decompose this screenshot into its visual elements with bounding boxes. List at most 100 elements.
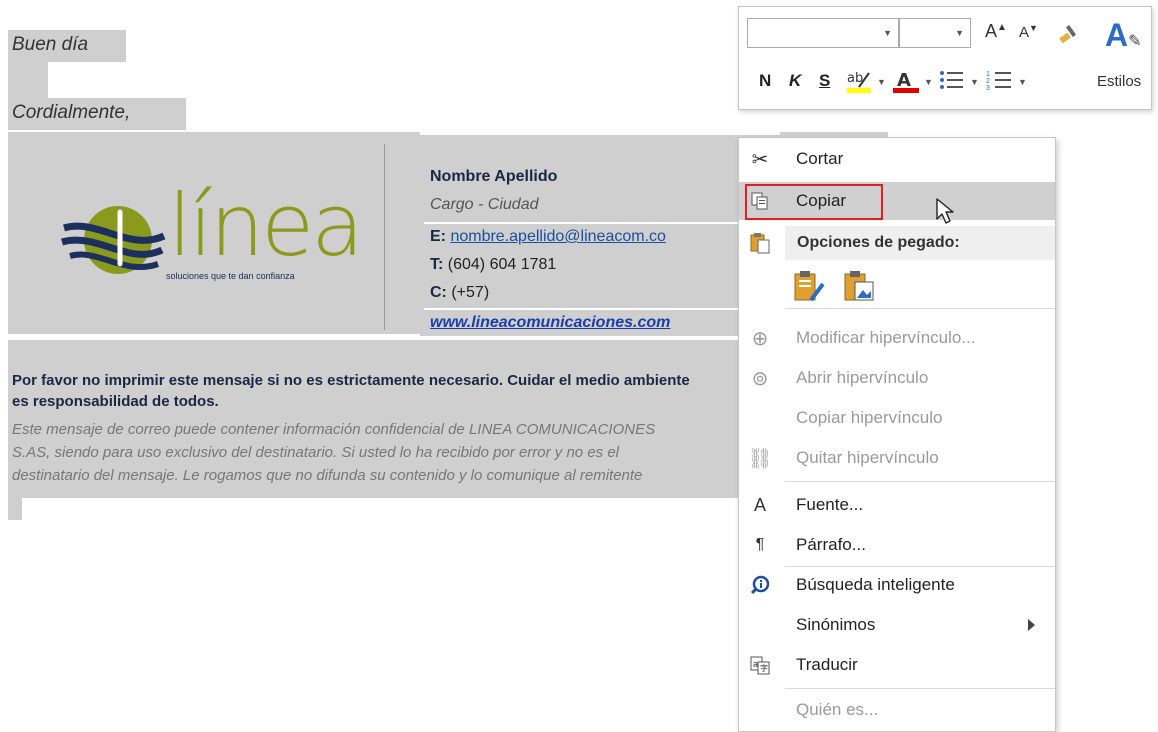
svg-text:2: 2	[986, 78, 990, 85]
styles-icon[interactable]: A✎	[1105, 17, 1142, 54]
bullets-icon[interactable]: ▼	[937, 67, 983, 95]
smart-lookup-icon	[749, 574, 771, 596]
context-menu: ✂ Cortar Copiar Opciones de pegado: ⊕ Mo…	[738, 137, 1056, 732]
menu-item-label: Copiar hipervínculo	[796, 408, 943, 427]
highlight-icon[interactable]: ab ▼	[845, 67, 889, 95]
website-link[interactable]: www.lineacomunicaciones.com	[430, 314, 670, 332]
menu-item-who-is[interactable]: Quién es...	[739, 691, 1055, 729]
menu-item-label: Párrafo...	[796, 535, 866, 554]
mouse-pointer-icon	[936, 198, 954, 224]
selected-empty-line-2	[8, 498, 22, 520]
company-logo: línea soluciones que te dan confianza	[58, 176, 368, 292]
menu-separator	[785, 308, 1055, 309]
underline-button[interactable]: S	[819, 71, 830, 91]
translate-icon: a字	[749, 654, 771, 676]
logo-mark-icon	[61, 206, 166, 274]
menu-item-label: Traducir	[796, 655, 858, 674]
chevron-down-icon[interactable]: ▼	[955, 28, 964, 38]
phone-label: T:	[430, 256, 444, 273]
menu-item-edit-hyperlink[interactable]: ⊕ Modificar hipervínculo...	[739, 319, 1055, 357]
legal-line-2: S.AS, siendo para uso exclusivo del dest…	[12, 444, 620, 461]
disclaimer-line-1: Por favor no imprimir este mensaje si no…	[12, 372, 690, 389]
signature-email-row: E: nombre.apellido@lineacom.co	[430, 228, 666, 246]
disclaimer-legal-text: Este mensaje de correo puede contener in…	[12, 418, 748, 487]
legal-line-1: Este mensaje de correo puede contener in…	[12, 421, 656, 438]
svg-text:3: 3	[986, 85, 990, 92]
email-label: E:	[430, 228, 446, 245]
svg-text:字: 字	[760, 663, 768, 673]
bold-button[interactable]: N	[759, 71, 771, 91]
svg-text:a: a	[753, 659, 758, 669]
signature-cell-row: C: (+57)	[430, 284, 489, 302]
scissors-icon: ✂	[751, 148, 769, 171]
menu-item-smart-lookup[interactable]: Búsqueda inteligente	[739, 566, 1055, 604]
menu-item-translate[interactable]: a字 Traducir	[739, 646, 1055, 684]
menu-item-open-hyperlink[interactable]: ⊚ Abrir hipervínculo	[739, 359, 1055, 397]
menu-item-cut[interactable]: ✂ Cortar	[739, 140, 1055, 178]
signature-phone-row: T: (604) 604 1781	[430, 256, 556, 274]
paste-picture-icon[interactable]	[841, 270, 877, 304]
paste-options-header: Opciones de pegado:	[785, 226, 1055, 260]
cell-label: C:	[430, 284, 447, 301]
font-icon: A	[753, 494, 766, 515]
menu-item-label: Búsqueda inteligente	[796, 575, 955, 594]
svg-text:▼: ▼	[970, 77, 979, 87]
menu-item-label: Sinónimos	[796, 615, 876, 634]
edit-link-icon: ⊕	[751, 327, 769, 350]
numbering-icon[interactable]: 1 2 3 ▼	[985, 67, 1031, 95]
disclaimer-eco-text: Por favor no imprimir este mensaje si no…	[12, 370, 752, 412]
menu-item-copy-hyperlink[interactable]: Copiar hipervínculo	[739, 399, 1055, 437]
signature-name: Nombre Apellido	[430, 168, 558, 185]
chevron-down-icon[interactable]: ▼	[883, 28, 892, 38]
menu-separator	[785, 481, 1055, 482]
font-size-combo[interactable]: ▼	[899, 18, 971, 48]
menu-separator	[785, 688, 1055, 689]
styles-button[interactable]: Estilos	[1097, 73, 1141, 90]
font-color-icon[interactable]: A ▼	[891, 67, 935, 95]
email-link[interactable]: nombre.apellido@lineacom.co	[450, 228, 665, 245]
selected-empty-line	[8, 62, 48, 98]
signature-divider-top	[420, 132, 780, 135]
phone-number: (604) 604 1781	[447, 256, 557, 273]
font-name-combo[interactable]: ▼	[747, 18, 899, 48]
open-link-icon: ⊚	[751, 367, 769, 390]
signature-vertical-divider	[384, 144, 385, 330]
menu-item-label: Abrir hipervínculo	[796, 368, 929, 387]
logo-tagline: soluciones que te dan confianza	[166, 271, 295, 281]
legal-line-3: destinatario del mensaje. Le rogamos que…	[12, 467, 643, 484]
menu-item-synonyms[interactable]: Sinónimos	[739, 606, 1055, 644]
disclaimer-block: Por favor no imprimir este mensaje si no…	[8, 340, 748, 498]
svg-text:1: 1	[986, 71, 990, 78]
format-painter-icon[interactable]	[1057, 21, 1081, 45]
remove-link-icon: ⛓	[747, 447, 773, 470]
menu-item-paragraph[interactable]: ¶ Párrafo...	[739, 526, 1055, 564]
svg-text:▼: ▼	[924, 77, 933, 87]
menu-item-label: Cortar	[796, 149, 844, 168]
logo-wordmark: línea	[168, 176, 364, 276]
shrink-font-icon[interactable]: A▼	[1019, 23, 1038, 41]
menu-item-label: Quién es...	[796, 700, 879, 719]
signature-separator-2	[424, 308, 784, 310]
svg-text:A: A	[897, 70, 911, 91]
svg-text:▼: ▼	[1018, 77, 1027, 87]
menu-item-font[interactable]: A Fuente...	[739, 486, 1055, 524]
paste-icon	[749, 232, 771, 254]
closing-text: Cordialmente,	[8, 98, 186, 130]
menu-item-label: Quitar hipervínculo	[796, 448, 939, 467]
copy-highlight-box	[745, 184, 883, 220]
italic-button[interactable]: K	[789, 71, 801, 91]
menu-item-label: Fuente...	[796, 495, 864, 514]
paragraph-icon: ¶	[755, 536, 765, 553]
disclaimer-line-2: es responsabilidad de todos.	[12, 393, 219, 410]
greeting-text: Buen día	[8, 30, 126, 62]
mini-toolbar: ▼ ▼ A▲ A▼ A✎ N K S ab ▼ A ▼ ▼ 1 2 3 ▼ Es…	[738, 6, 1152, 110]
menu-item-remove-hyperlink[interactable]: ⛓ Quitar hipervínculo	[739, 439, 1055, 477]
signature-role: Cargo - Ciudad	[430, 196, 539, 213]
menu-item-copy[interactable]: Copiar	[739, 182, 1055, 220]
svg-text:▼: ▼	[877, 77, 886, 87]
submenu-arrow-icon	[1028, 619, 1035, 631]
paste-keep-formatting-icon[interactable]	[791, 270, 827, 304]
menu-item-label: Modificar hipervínculo...	[796, 328, 976, 347]
grow-font-icon[interactable]: A▲	[985, 21, 1007, 42]
signature-separator	[424, 222, 784, 224]
